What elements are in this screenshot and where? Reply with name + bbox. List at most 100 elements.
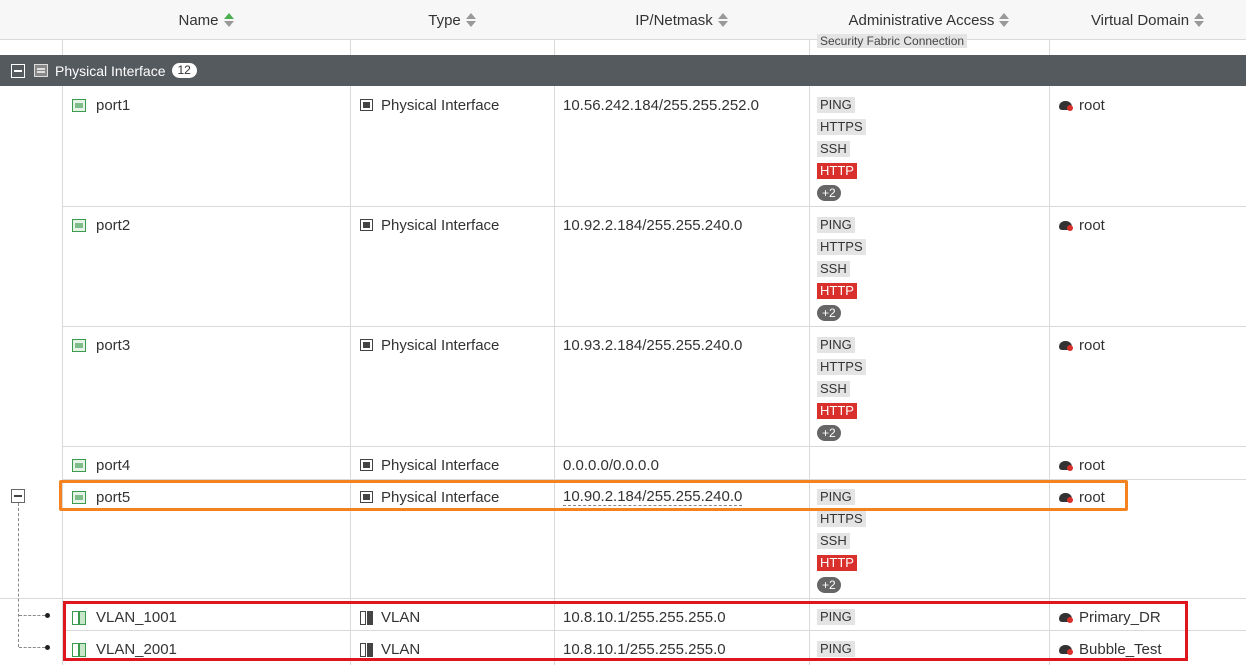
column-header-label: Virtual Domain	[1090, 11, 1190, 29]
tree-connector	[19, 647, 45, 648]
interface-name: port1	[96, 96, 131, 114]
group-label: Physical Interface	[55, 62, 166, 79]
more-access-badge[interactable]: +2	[817, 425, 841, 441]
sort-icon[interactable]	[717, 13, 728, 27]
physical-interface-icon	[360, 459, 373, 471]
interface-vdom: root	[1058, 96, 1105, 114]
interface-type: Physical Interface	[360, 456, 499, 474]
vdom-label: root	[1079, 96, 1105, 114]
highlight-box-vlans	[63, 601, 1188, 661]
access-badge-http: HTTP	[817, 555, 857, 571]
physical-interface-icon	[34, 64, 48, 77]
interface-name: port3	[96, 336, 131, 354]
more-access-badge[interactable]: +2	[817, 577, 841, 593]
interface-vdom: root	[1058, 216, 1105, 234]
access-badge-http: HTTP	[817, 403, 857, 419]
access-badge: HTTPS	[817, 239, 866, 255]
access-badge: HTTPS	[817, 511, 866, 527]
interface-ip: 0.0.0.0/0.0.0.0	[563, 456, 659, 474]
tree-connector	[19, 615, 45, 616]
access-badge: SSH	[817, 141, 850, 157]
table-row-port3-name[interactable]: port3	[72, 336, 130, 354]
tree-node-dot	[45, 613, 50, 618]
access-badge-http: HTTP	[817, 163, 857, 179]
access-badge: SSH	[817, 381, 850, 397]
interface-vdom: root	[1058, 336, 1105, 354]
table-row-port2-name[interactable]: port2	[72, 216, 130, 234]
column-header-label: IP/Netmask	[635, 11, 713, 29]
column-header-label: Administrative Access	[848, 11, 995, 29]
group-header-physical-interface[interactable]: Physical Interface 12	[0, 55, 1246, 86]
row-divider	[62, 206, 1246, 207]
table-header: Name Type IP/Netmask Administrative Acce…	[0, 0, 1246, 40]
access-list: PING HTTPS SSH HTTP +2	[817, 97, 866, 207]
more-access-badge[interactable]: +2	[817, 305, 841, 321]
access-badge: PING	[817, 337, 855, 353]
table-row-port1-name[interactable]: port1	[72, 96, 130, 114]
interface-type: Physical Interface	[360, 336, 499, 354]
ethernet-port-icon	[72, 98, 86, 112]
column-divider	[350, 0, 351, 665]
access-badge: PING	[817, 217, 855, 233]
tree-node-dot	[45, 645, 50, 650]
vdom-cloud-icon	[1058, 99, 1073, 111]
interface-ip: 10.56.242.184/255.255.252.0	[563, 96, 760, 114]
access-badge: Security Fabric Connection	[817, 34, 968, 48]
vdom-label: root	[1079, 336, 1105, 354]
ethernet-port-icon	[72, 218, 86, 232]
access-badge: PING	[817, 97, 855, 113]
vdom-cloud-icon	[1058, 339, 1073, 351]
access-badge: SSH	[817, 261, 850, 277]
column-divider	[809, 0, 810, 665]
highlight-box-port5	[59, 480, 1128, 511]
interface-ip: 10.93.2.184/255.255.240.0	[563, 336, 743, 354]
interface-type-label: Physical Interface	[381, 96, 500, 114]
vdom-label: root	[1079, 216, 1105, 234]
column-divider	[1049, 0, 1050, 665]
vdom-cloud-icon	[1058, 219, 1073, 231]
more-access-badge[interactable]: +2	[817, 185, 841, 201]
interfaces-table: Name Type IP/Netmask Administrative Acce…	[0, 0, 1246, 665]
access-badge: HTTPS	[817, 359, 866, 375]
interface-vdom: root	[1058, 456, 1105, 474]
physical-interface-icon	[360, 339, 373, 351]
table-row-port4-name[interactable]: port4	[72, 456, 130, 474]
interface-type-label: Physical Interface	[381, 456, 500, 474]
ethernet-port-icon	[72, 338, 86, 352]
vdom-cloud-icon	[1058, 459, 1073, 471]
sort-icon[interactable]	[223, 13, 234, 27]
access-list: PING HTTPS SSH HTTP +2	[817, 217, 866, 327]
column-header-label: Type	[428, 11, 461, 29]
row-divider	[62, 446, 1246, 447]
column-divider	[554, 0, 555, 665]
sort-icon[interactable]	[465, 13, 476, 27]
collapse-icon[interactable]	[11, 63, 25, 78]
access-badge: HTTPS	[817, 119, 866, 135]
row-divider	[62, 326, 1246, 327]
access-badge-http: HTTP	[817, 283, 857, 299]
column-header-label: Name	[178, 11, 219, 29]
physical-interface-icon	[360, 219, 373, 231]
ethernet-port-icon	[72, 458, 86, 472]
physical-interface-icon	[360, 99, 373, 111]
column-header-name[interactable]: Name	[62, 0, 350, 40]
interface-ip: 10.92.2.184/255.255.240.0	[563, 216, 743, 234]
interface-name: port2	[96, 216, 131, 234]
access-list: PING HTTPS SSH HTTP +2	[817, 337, 866, 447]
interface-type: Physical Interface	[360, 96, 499, 114]
column-header-ip[interactable]: IP/Netmask	[554, 0, 809, 40]
interface-type-label: Physical Interface	[381, 336, 500, 354]
row-divider	[0, 598, 1246, 599]
column-header-type[interactable]: Type	[350, 0, 554, 40]
interface-name: port4	[96, 456, 131, 474]
column-header-vdom[interactable]: Virtual Domain	[1049, 0, 1246, 40]
group-count-badge: 12	[171, 63, 197, 78]
vdom-label: root	[1079, 456, 1105, 474]
access-badge: SSH	[817, 533, 850, 549]
column-divider	[62, 0, 63, 665]
sort-icon[interactable]	[1194, 13, 1205, 27]
interface-type-label: Physical Interface	[381, 216, 500, 234]
sort-icon[interactable]	[999, 13, 1010, 27]
collapse-icon[interactable]	[11, 489, 25, 503]
interface-type: Physical Interface	[360, 216, 499, 234]
